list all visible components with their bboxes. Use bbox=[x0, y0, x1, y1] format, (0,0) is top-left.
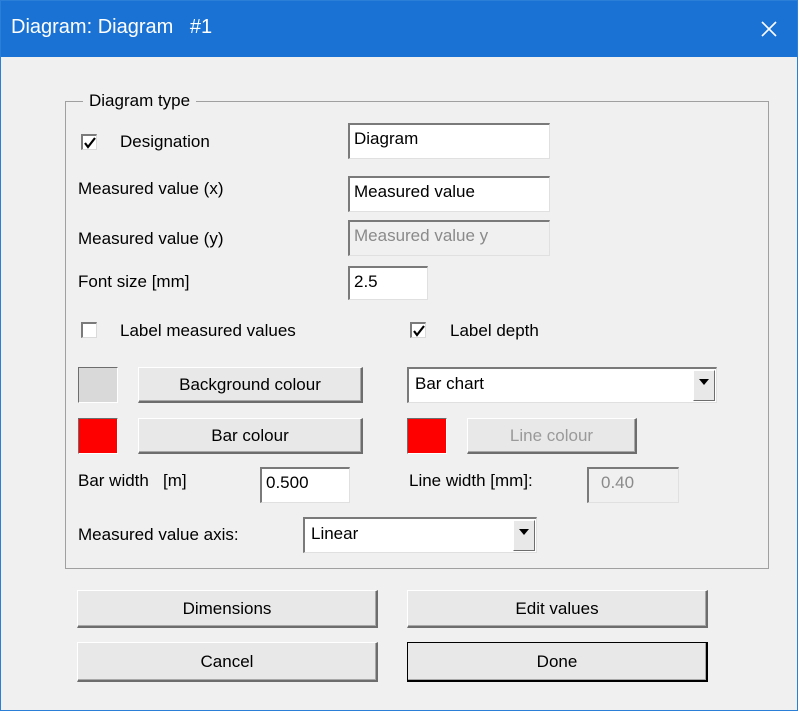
designation-checkbox[interactable] bbox=[81, 134, 97, 150]
checkmark-icon bbox=[413, 325, 425, 337]
line-width-label: Line width [mm]: bbox=[409, 471, 533, 490]
designation-label: Designation bbox=[120, 132, 210, 151]
measured-value-axis-label: Measured value axis: bbox=[78, 525, 239, 544]
close-icon[interactable] bbox=[741, 1, 797, 57]
dialog-window: Diagram: Diagram #1 Diagram type Designa… bbox=[0, 0, 798, 711]
done-button[interactable]: Done bbox=[407, 642, 708, 682]
chart-type-select[interactable]: Bar chart bbox=[407, 367, 717, 403]
line-width-input: 0.40 bbox=[587, 467, 679, 503]
edit-values-button[interactable]: Edit values bbox=[407, 590, 708, 628]
line-colour-button: Line colour bbox=[467, 418, 637, 454]
chart-type-value: Bar chart bbox=[415, 374, 484, 393]
window-title: Diagram: Diagram #1 bbox=[11, 16, 213, 38]
label-depth-label: Label depth bbox=[450, 321, 539, 340]
measured-value-axis-select[interactable]: Linear bbox=[303, 517, 537, 553]
dimensions-button[interactable]: Dimensions bbox=[77, 590, 378, 628]
group-label: Diagram type bbox=[83, 91, 197, 111]
measured-value-x-input[interactable]: Measured value bbox=[348, 176, 550, 212]
dropdown-arrow-icon[interactable] bbox=[693, 370, 715, 401]
measured-value-x-label: Measured value (x) bbox=[78, 179, 224, 198]
font-size-input[interactable]: 2.5 bbox=[348, 266, 428, 300]
title-bar[interactable]: Diagram: Diagram #1 bbox=[1, 1, 797, 57]
label-depth-checkbox[interactable] bbox=[410, 322, 426, 338]
cancel-button[interactable]: Cancel bbox=[77, 642, 378, 682]
bar-colour-button[interactable]: Bar colour bbox=[138, 418, 363, 454]
line-colour-swatch bbox=[407, 418, 447, 454]
dropdown-arrow-icon[interactable] bbox=[513, 520, 535, 551]
background-colour-swatch[interactable] bbox=[78, 367, 118, 403]
designation-input[interactable]: Diagram bbox=[348, 123, 550, 159]
bar-width-input[interactable]: 0.500 bbox=[260, 467, 350, 503]
background-colour-button[interactable]: Background colour bbox=[138, 367, 363, 403]
label-measured-values-label: Label measured values bbox=[120, 321, 296, 340]
measured-value-y-input: Measured value y bbox=[348, 220, 550, 256]
label-measured-values-checkbox[interactable] bbox=[81, 322, 97, 338]
bar-colour-swatch[interactable] bbox=[78, 418, 118, 454]
font-size-label: Font size [mm] bbox=[78, 272, 190, 291]
axis-value: Linear bbox=[311, 524, 359, 543]
checkmark-icon bbox=[84, 137, 96, 149]
bar-width-label: Bar width [m] bbox=[78, 471, 187, 490]
measured-value-y-label: Measured value (y) bbox=[78, 229, 224, 248]
